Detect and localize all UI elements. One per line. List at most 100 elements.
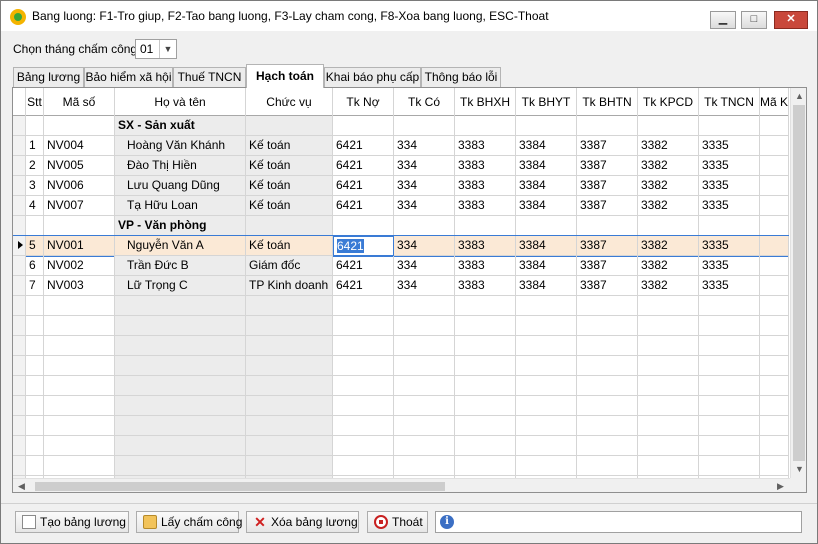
cell-chuc-vu[interactable] bbox=[246, 376, 333, 396]
cell-tk-no[interactable] bbox=[333, 116, 394, 136]
cell-tk-co[interactable] bbox=[394, 376, 455, 396]
cell-stt[interactable] bbox=[26, 116, 44, 136]
tab-bao-hiem-xa-hoi[interactable]: Bảo hiểm xã hội bbox=[84, 67, 173, 87]
cell-tk-bhtn[interactable]: 3387 bbox=[577, 136, 638, 156]
cell-chuc-vu[interactable] bbox=[246, 116, 333, 136]
cell-tk-tncn[interactable]: 3335 bbox=[699, 196, 760, 216]
cell-ho-ten[interactable]: Lưu Quang Dũng bbox=[115, 176, 246, 196]
cell-ma-so[interactable] bbox=[44, 216, 115, 236]
cell-ho-ten[interactable] bbox=[115, 296, 246, 316]
cell-tk-tncn[interactable] bbox=[699, 436, 760, 456]
month-select[interactable]: 01 ▼ bbox=[135, 39, 177, 59]
header-ho-ten[interactable]: Họ và tên bbox=[115, 88, 246, 116]
cell-chuc-vu[interactable]: Kế toán bbox=[246, 156, 333, 176]
header-tk-bhxh[interactable]: Tk BHXH bbox=[455, 88, 516, 116]
cell-tk-tncn[interactable]: 3335 bbox=[699, 256, 760, 276]
cell-tk-tncn[interactable]: 3335 bbox=[699, 136, 760, 156]
cell-ma-so[interactable] bbox=[44, 436, 115, 456]
cell-tk-no[interactable] bbox=[333, 396, 394, 416]
cell-ho-ten[interactable]: Lữ Trọng C bbox=[115, 276, 246, 296]
tab-khai-bao-phu-cap[interactable]: Khai báo phụ cấp bbox=[324, 67, 421, 87]
cell-ma-so[interactable]: NV003 bbox=[44, 276, 115, 296]
cell-stt[interactable] bbox=[26, 436, 44, 456]
cell-ma-so[interactable] bbox=[44, 296, 115, 316]
cell-stt[interactable]: 6 bbox=[26, 256, 44, 276]
header-tk-kpcd[interactable]: Tk KPCD bbox=[638, 88, 699, 116]
empty-row[interactable] bbox=[13, 416, 789, 436]
cell-tk-co[interactable] bbox=[394, 356, 455, 376]
cell-tk-co[interactable] bbox=[394, 436, 455, 456]
cell-chuc-vu[interactable]: TP Kinh doanh bbox=[246, 276, 333, 296]
cell-tk-bhxh[interactable] bbox=[455, 296, 516, 316]
cell-tk-bhyt[interactable] bbox=[516, 436, 577, 456]
cell-tk-kpcd[interactable] bbox=[638, 316, 699, 336]
table-row[interactable]: 3 NV006 Lưu Quang Dũng Kế toán 6421 334 3383 33… bbox=[13, 176, 789, 196]
cell-chuc-vu[interactable] bbox=[246, 416, 333, 436]
group-name[interactable]: SX - Sản xuất bbox=[115, 116, 246, 136]
cell-ma-so[interactable] bbox=[44, 316, 115, 336]
table-row[interactable]: 1 NV004 Hoàng Văn Khánh Kế toán 6421 334 3383 3… bbox=[13, 136, 789, 156]
cell-stt[interactable]: 1 bbox=[26, 136, 44, 156]
cell-tk-kpcd[interactable] bbox=[638, 416, 699, 436]
cell-tk-bhtn[interactable] bbox=[577, 436, 638, 456]
cell-tk-bhxh[interactable]: 3383 bbox=[455, 276, 516, 296]
cell-tk-tncn[interactable] bbox=[699, 316, 760, 336]
cell-ma-so[interactable] bbox=[44, 336, 115, 356]
cell-ma-k[interactable] bbox=[760, 276, 789, 296]
table-row[interactable]: 7 NV003 Lữ Trọng C TP Kinh doanh 6421 334 3383… bbox=[13, 276, 789, 296]
chevron-down-icon[interactable]: ▼ bbox=[159, 40, 176, 58]
cell-tk-co[interactable] bbox=[394, 296, 455, 316]
accounting-grid[interactable]: Stt Mã số Họ và tên Chức vụ Tk Nợ Tk Có Tk BHX… bbox=[12, 87, 807, 493]
cell-tk-bhxh[interactable]: 3383 bbox=[455, 156, 516, 176]
cell-ma-k[interactable] bbox=[760, 236, 789, 256]
delete-payroll-button[interactable]: ✕ Xóa bảng lương bbox=[246, 511, 359, 533]
cell-chuc-vu[interactable] bbox=[246, 336, 333, 356]
cell-chuc-vu[interactable] bbox=[246, 316, 333, 336]
cell-ma-k[interactable] bbox=[760, 356, 789, 376]
cell-tk-bhyt[interactable]: 3384 bbox=[516, 236, 577, 256]
cell-tk-bhxh[interactable] bbox=[455, 376, 516, 396]
tab-thong-bao-loi[interactable]: Thông báo lỗi bbox=[421, 67, 501, 87]
cell-tk-kpcd[interactable] bbox=[638, 336, 699, 356]
cell-tk-bhtn[interactable] bbox=[577, 356, 638, 376]
cell-ho-ten[interactable] bbox=[115, 396, 246, 416]
cell-tk-bhtn[interactable] bbox=[577, 116, 638, 136]
cell-tk-kpcd[interactable]: 3382 bbox=[638, 196, 699, 216]
cell-tk-tncn[interactable] bbox=[699, 376, 760, 396]
header-ma-so[interactable]: Mã số bbox=[44, 88, 115, 116]
cell-tk-bhxh[interactable] bbox=[455, 456, 516, 476]
cell-tk-kpcd[interactable] bbox=[638, 116, 699, 136]
cell-tk-bhxh[interactable] bbox=[455, 356, 516, 376]
cell-tk-tncn[interactable] bbox=[699, 396, 760, 416]
cell-tk-kpcd[interactable]: 3382 bbox=[638, 136, 699, 156]
cell-ma-so[interactable] bbox=[44, 456, 115, 476]
cell-stt[interactable] bbox=[26, 456, 44, 476]
cell-tk-bhtn[interactable]: 3387 bbox=[577, 196, 638, 216]
cell-tk-tncn[interactable] bbox=[699, 216, 760, 236]
cell-tk-co[interactable]: 334 bbox=[394, 236, 455, 256]
cell-ma-k[interactable] bbox=[760, 416, 789, 436]
cell-tk-bhyt[interactable] bbox=[516, 316, 577, 336]
table-row[interactable]: 5 NV001 Nguyễn Văn A Kế toán 6421 334 3383 3384… bbox=[13, 235, 789, 257]
vertical-scrollbar[interactable]: ▲ ▼ bbox=[790, 88, 806, 478]
cell-tk-no[interactable] bbox=[333, 296, 394, 316]
cell-stt[interactable] bbox=[26, 296, 44, 316]
cell-tk-kpcd[interactable] bbox=[638, 376, 699, 396]
cell-tk-no[interactable] bbox=[333, 456, 394, 476]
cell-tk-co[interactable] bbox=[394, 336, 455, 356]
cell-tk-bhtn[interactable]: 3387 bbox=[577, 156, 638, 176]
scroll-right-icon[interactable]: ▶ bbox=[772, 479, 789, 492]
cell-tk-tncn[interactable]: 3335 bbox=[699, 156, 760, 176]
cell-ma-so[interactable]: NV001 bbox=[44, 236, 115, 256]
cell-ma-k[interactable] bbox=[760, 216, 789, 236]
empty-row[interactable] bbox=[13, 296, 789, 316]
cell-ho-ten[interactable] bbox=[115, 456, 246, 476]
cell-tk-no[interactable]: 6421 bbox=[333, 136, 394, 156]
empty-row[interactable] bbox=[13, 316, 789, 336]
cell-tk-bhyt[interactable]: 3384 bbox=[516, 256, 577, 276]
cell-tk-bhxh[interactable]: 3383 bbox=[455, 136, 516, 156]
cell-tk-bhtn[interactable] bbox=[577, 336, 638, 356]
cell-tk-bhyt[interactable] bbox=[516, 296, 577, 316]
cell-ma-so[interactable]: NV007 bbox=[44, 196, 115, 216]
cell-tk-bhxh[interactable]: 3383 bbox=[455, 196, 516, 216]
